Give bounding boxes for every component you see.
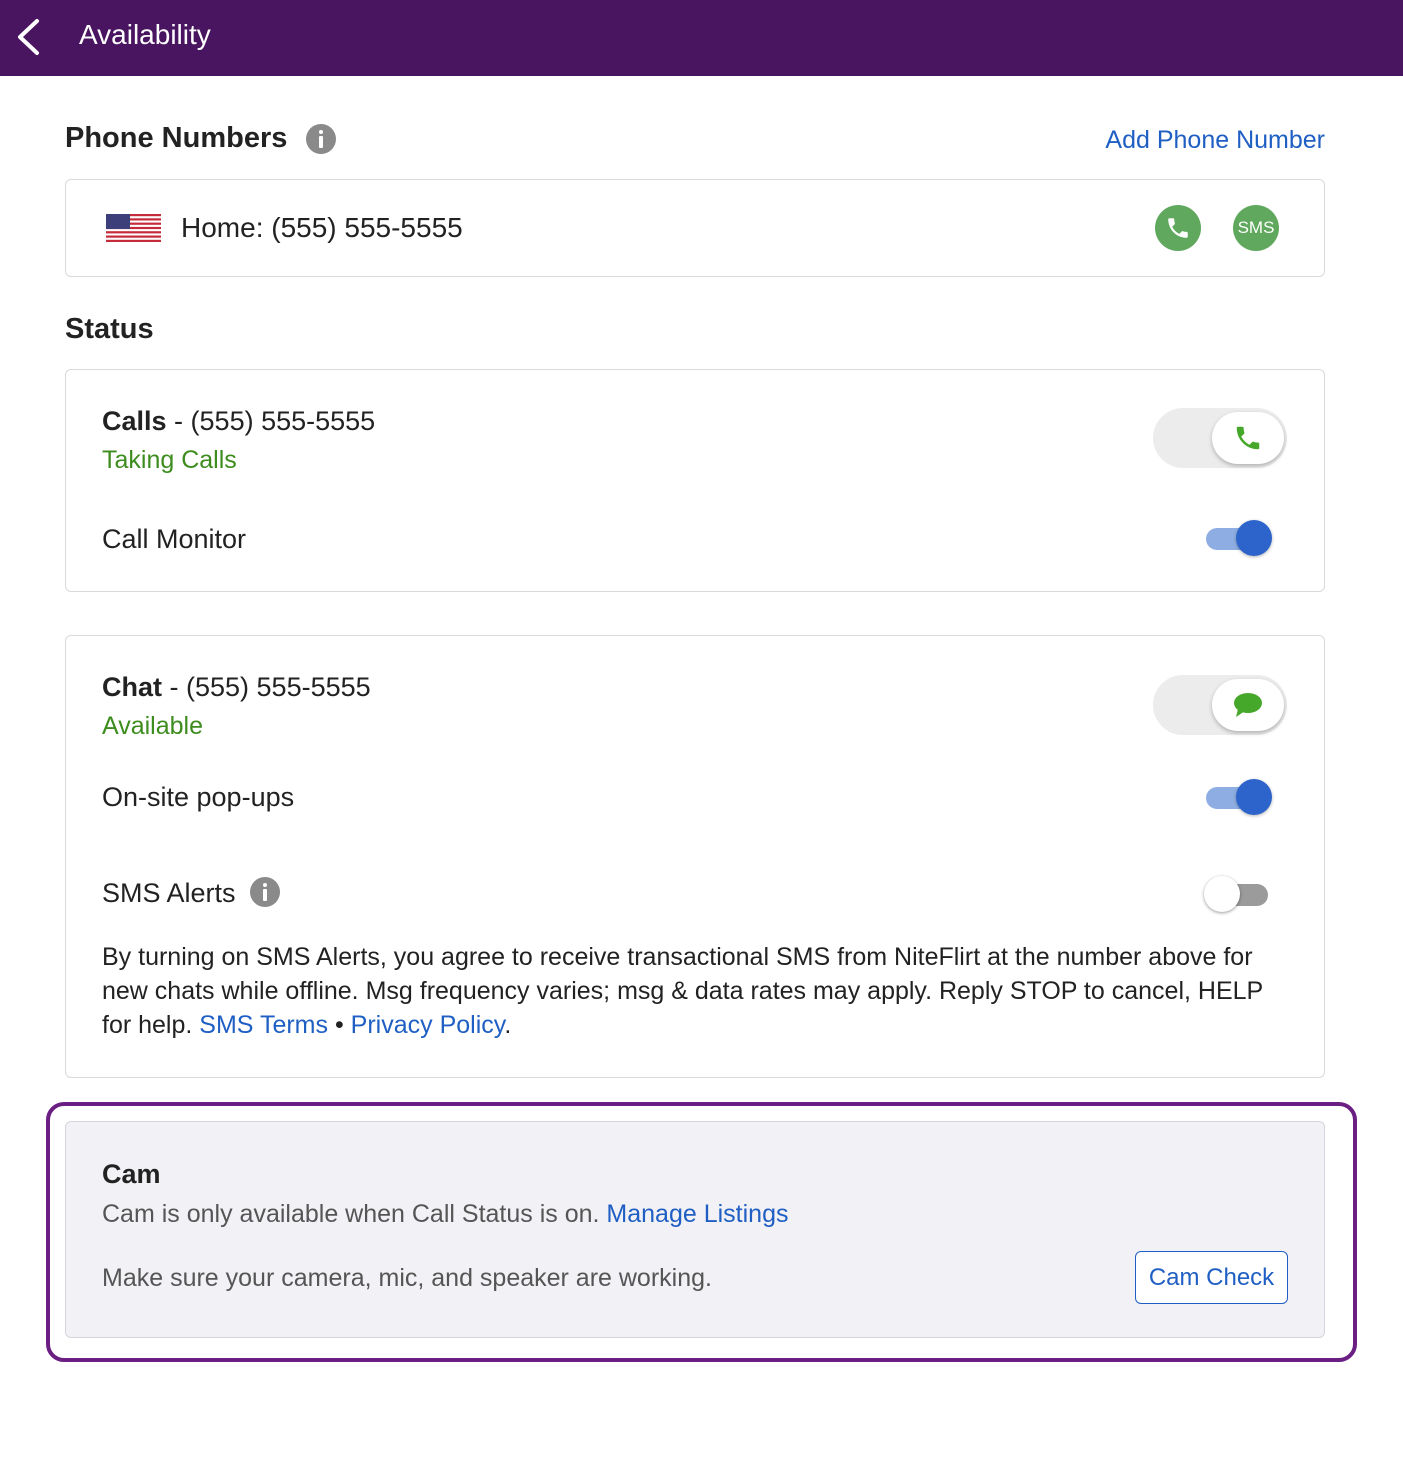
calls-label: Calls <box>102 406 167 436</box>
call-monitor-label: Call Monitor <box>102 524 247 554</box>
cam-description: Cam is only available when Call Status i… <box>102 1200 788 1229</box>
bullet-separator: • <box>328 1011 351 1039</box>
info-icon[interactable] <box>250 877 280 907</box>
chat-toggle-knob <box>1212 679 1284 731</box>
back-button[interactable] <box>10 14 54 60</box>
chat-status-toggle[interactable] <box>1153 675 1287 735</box>
calls-status-text: Taking Calls <box>102 446 237 474</box>
calls-toggle-knob <box>1212 412 1284 464</box>
sms-badge-label: SMS <box>1237 218 1275 237</box>
calls-card: Calls - (555) 555-5555 Taking Calls Call… <box>65 369 1325 592</box>
phone-number-card: Home: (555) 555-5555 SMS <box>65 179 1325 277</box>
sms-disclaimer: By turning on SMS Alerts, you agree to r… <box>102 940 1282 1042</box>
disclaimer-period: . <box>504 1011 512 1039</box>
us-flag-icon <box>106 214 161 242</box>
call-monitor-toggle[interactable] <box>1204 518 1274 558</box>
sms-alerts-label: SMS Alerts <box>102 878 236 908</box>
chat-number: (555) 555-5555 <box>186 672 371 702</box>
cam-check-button[interactable]: Cam Check <box>1135 1251 1288 1304</box>
top-app-bar: Availability <box>0 0 1403 76</box>
calls-status-toggle[interactable] <box>1153 408 1287 468</box>
calls-title: Calls - (555) 555-5555 <box>102 406 375 437</box>
cam-card: Cam Cam is only available when Call Stat… <box>65 1121 1325 1338</box>
info-icon[interactable] <box>306 124 336 154</box>
phone-icon <box>1236 426 1260 450</box>
add-phone-number-link[interactable]: Add Phone Number <box>1105 126 1325 155</box>
chat-title: Chat - (555) 555-5555 <box>102 672 371 703</box>
onsite-popups-toggle[interactable] <box>1204 777 1274 817</box>
calls-number: (555) 555-5555 <box>190 406 376 436</box>
privacy-policy-link[interactable]: Privacy Policy <box>351 1011 505 1039</box>
chat-status-text: Available <box>102 712 204 740</box>
onsite-popups-label: On-site pop-ups <box>102 782 295 812</box>
sms-badge[interactable]: SMS <box>1233 205 1279 251</box>
cam-note: Make sure your camera, mic, and speaker … <box>102 1264 712 1292</box>
phone-numbers-heading: Phone Numbers <box>65 122 288 154</box>
chevron-left-icon <box>18 19 39 55</box>
cam-title: Cam <box>102 1159 161 1189</box>
chat-separator: - <box>162 672 186 702</box>
phone-icon <box>1168 218 1188 238</box>
manage-listings-link[interactable]: Manage Listings <box>606 1200 788 1228</box>
chat-card: Chat - (555) 555-5555 Available On-site … <box>65 635 1325 1078</box>
page-title: Availability <box>79 19 211 50</box>
sms-terms-link[interactable]: SMS Terms <box>199 1011 328 1039</box>
call-badge[interactable] <box>1155 205 1201 251</box>
chat-bubble-icon <box>1234 693 1262 717</box>
phone-number-text: Home: (555) 555-5555 <box>181 212 463 243</box>
status-heading: Status <box>65 313 154 345</box>
chat-label: Chat <box>102 672 162 702</box>
calls-separator: - <box>166 406 191 436</box>
sms-alerts-toggle[interactable] <box>1204 874 1274 914</box>
cam-description-text: Cam is only available when Call Status i… <box>102 1200 607 1228</box>
